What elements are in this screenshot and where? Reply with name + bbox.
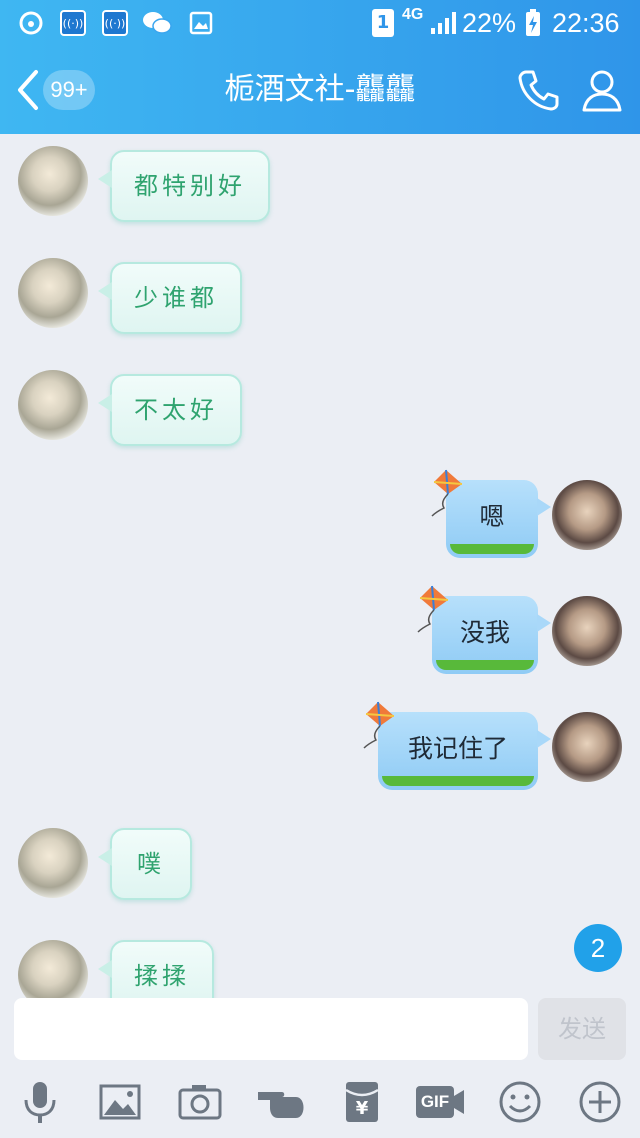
image-button[interactable] — [96, 1078, 144, 1126]
message-bubble[interactable]: 噗 — [98, 828, 192, 900]
kite-icon — [431, 469, 463, 517]
message-bubble[interactable]: 都特别好 — [98, 150, 270, 222]
camera-button[interactable] — [176, 1078, 224, 1126]
wifi-hotspot-icon: ((·)) — [58, 8, 88, 38]
phone-call-button[interactable] — [514, 66, 562, 114]
gallery-icon — [186, 8, 216, 38]
message-text: 嗯 — [479, 502, 505, 531]
message-text: 没我 — [459, 618, 510, 647]
poke-button[interactable] — [256, 1078, 308, 1126]
red-packet-button[interactable]: ¥ — [338, 1078, 386, 1126]
kite-icon — [363, 701, 395, 749]
image-icon — [99, 1084, 141, 1120]
phone-icon — [518, 70, 559, 111]
netease-music-icon — [16, 8, 46, 38]
clock: 22:36 — [552, 8, 620, 38]
poke-hand-icon — [258, 1092, 304, 1118]
profile-button[interactable] — [578, 66, 626, 114]
composer: 发送 — [0, 998, 640, 1068]
message-bubble[interactable]: 嗯 — [431, 469, 551, 558]
red-packet-label: ¥ — [355, 1098, 369, 1119]
network-type: 4G — [402, 6, 424, 23]
send-button[interactable]: 发送 — [538, 998, 626, 1060]
more-button[interactable] — [576, 1078, 624, 1126]
bubble-grass-decoration — [450, 544, 534, 554]
message-bubble[interactable]: 不太好 — [98, 374, 242, 446]
bubble-grass-decoration — [436, 660, 534, 670]
gif-button[interactable]: GIF — [414, 1078, 466, 1126]
new-message-count-badge[interactable]: 2 — [574, 924, 622, 972]
chat-header: 99+ 栀酒文社-龘龘 — [0, 46, 640, 134]
wifi-hotspot-icon: ((·)) — [100, 8, 130, 38]
status-bar: ((·)) ((·)) 1 4G 22% 22:36 — [0, 0, 640, 46]
sim-slot-indicator: 1 — [368, 8, 398, 38]
bubble-grass-decoration — [382, 776, 534, 786]
avatar[interactable] — [18, 258, 88, 328]
plus-icon — [579, 1081, 621, 1123]
input-toolbar: ¥ GIF — [0, 1068, 640, 1138]
avatar[interactable] — [18, 370, 88, 440]
avatar[interactable] — [552, 596, 622, 666]
message-text: 我记住了 — [407, 734, 508, 763]
avatar[interactable] — [552, 712, 622, 782]
avatar[interactable] — [18, 940, 88, 998]
wechat-icon — [142, 8, 172, 38]
avatar[interactable] — [552, 480, 622, 550]
battery-percent: 22% — [462, 8, 517, 38]
message-bubble[interactable]: 揉揉 — [98, 940, 214, 998]
emoji-button[interactable] — [496, 1078, 544, 1126]
message-list[interactable]: 都特别好 少谁都 不太好 嗯 没我 我记住了 噗 揉揉 — [0, 134, 640, 998]
microphone-icon — [24, 1082, 56, 1123]
message-bubble[interactable]: 我记住了 — [363, 701, 551, 790]
page-title: 栀酒文社-龘龘 — [224, 72, 416, 107]
message-bubble[interactable]: 没我 — [417, 585, 551, 674]
message-input[interactable] — [14, 998, 528, 1060]
signal-icon — [428, 8, 458, 38]
camera-icon — [178, 1085, 222, 1120]
battery-charging-icon — [518, 8, 548, 38]
emoji-icon — [499, 1081, 541, 1123]
avatar[interactable] — [18, 146, 88, 216]
unread-count-badge[interactable]: 99+ — [43, 70, 95, 110]
message-bubble[interactable]: 少谁都 — [98, 262, 242, 334]
avatar[interactable] — [18, 828, 88, 898]
kite-icon — [417, 585, 449, 633]
profile-icon — [582, 70, 622, 112]
gif-label: GIF — [420, 1092, 450, 1111]
voice-button[interactable] — [16, 1078, 64, 1126]
